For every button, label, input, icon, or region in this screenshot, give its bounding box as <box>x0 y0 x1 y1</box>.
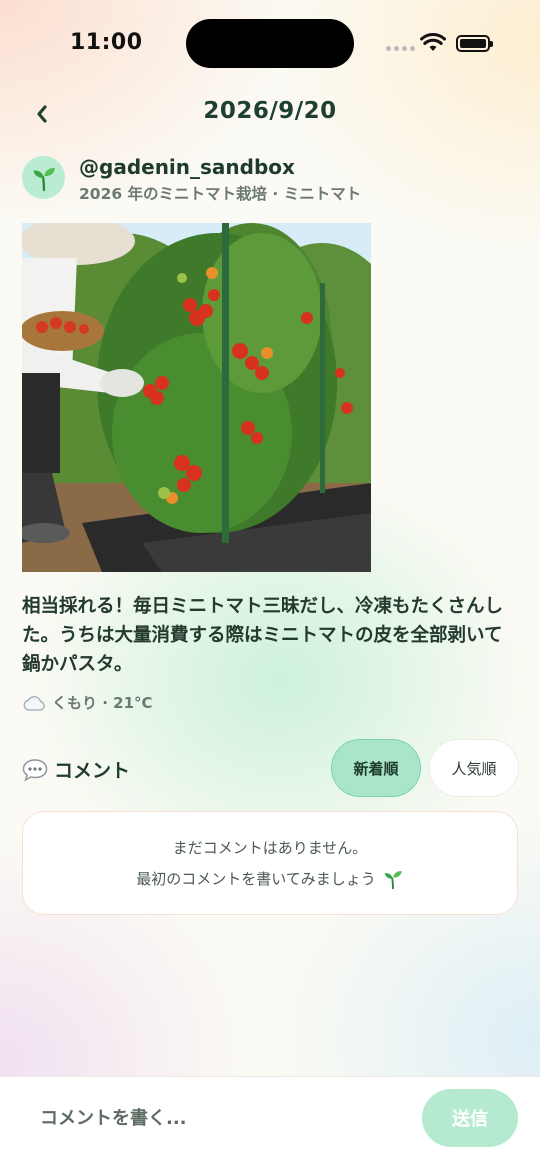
sort-popular-button[interactable]: 人気順 <box>429 739 519 797</box>
username[interactable]: @gadenin_sandbox <box>79 155 295 179</box>
empty-message-line1: まだコメントはありません。 <box>172 838 368 857</box>
dynamic-island <box>186 19 354 68</box>
sort-newest-button[interactable]: 新着順 <box>331 739 421 797</box>
cloud-icon <box>23 695 45 711</box>
weather-info: くもり · 21°C <box>22 692 153 713</box>
weather-text: くもり · 21°C <box>52 694 153 712</box>
seedling-icon <box>33 167 55 191</box>
battery-icon <box>456 35 493 52</box>
send-button[interactable]: 送信 <box>422 1089 518 1147</box>
post-photo[interactable] <box>22 223 371 572</box>
tomato-plant-photo <box>22 223 371 572</box>
seedling-icon <box>384 870 402 889</box>
comment-input[interactable] <box>22 1095 412 1141</box>
page-title: 2026/9/20 <box>203 98 337 124</box>
cellular-signal-icon <box>386 46 415 51</box>
empty-message-line2: 最初のコメントを書いてみましょう <box>136 868 404 890</box>
header: 2026/9/20 <box>0 92 540 136</box>
speech-bubble-icon <box>22 758 48 782</box>
post-subtitle: 2026 年のミニトマト栽培 · ミニトマト <box>79 185 362 203</box>
comments-header: コメント <box>22 756 130 783</box>
post-text: 相当採れる！毎日ミニトマト三昧だし、冷凍もたくさんした。うちは大量消費する際はミ… <box>22 596 504 675</box>
empty-comments-box: まだコメントはありません。 最初のコメントを書いてみましょう <box>22 811 518 915</box>
comments-title: コメント <box>54 760 131 782</box>
wifi-icon <box>420 33 446 51</box>
status-bar: 11:00 <box>0 0 540 88</box>
status-time: 11:00 <box>70 30 143 55</box>
avatar[interactable] <box>22 156 65 199</box>
empty-message-text: 最初のコメントを書いてみましょう <box>136 870 376 888</box>
comment-composer: 送信 <box>0 1076 540 1174</box>
